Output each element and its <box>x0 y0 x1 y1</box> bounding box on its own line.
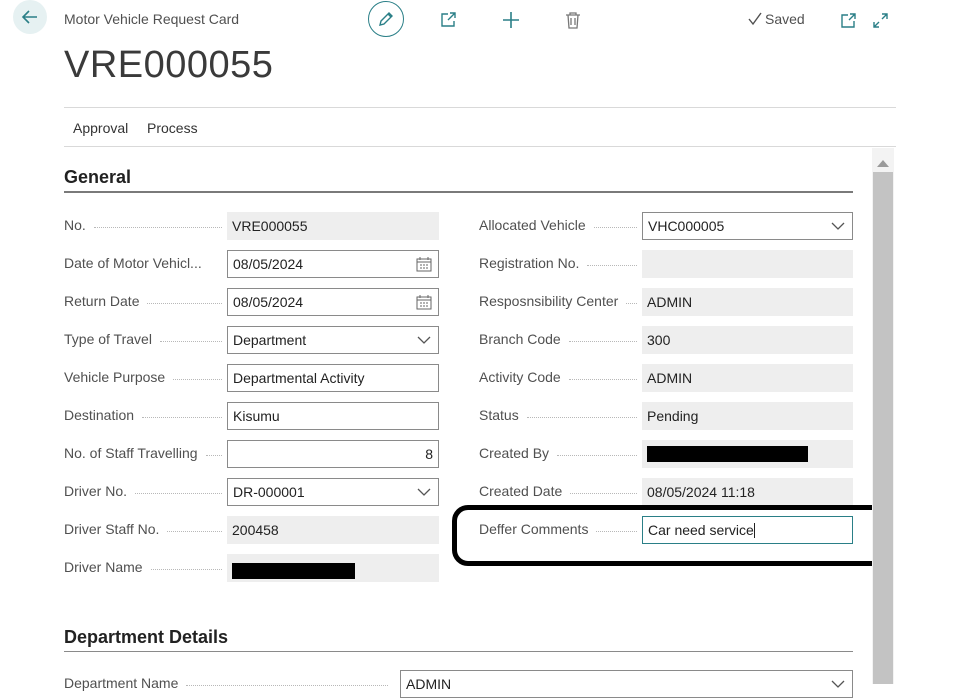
label-department-name: Department Name <box>64 675 394 691</box>
saved-label: Saved <box>765 11 805 27</box>
label-vehicle-purpose: Vehicle Purpose <box>64 369 228 385</box>
annotation-highlight <box>452 505 890 566</box>
delete-button[interactable] <box>561 8 585 32</box>
field-responsibility-center: ADMIN <box>642 288 853 316</box>
label-driver-name: Driver Name <box>64 559 228 575</box>
label-type-of-travel: Type of Travel <box>64 331 228 347</box>
expand-button[interactable] <box>868 8 892 32</box>
field-driver-name <box>227 554 439 582</box>
calendar-icon[interactable] <box>415 255 433 273</box>
chevron-down-icon[interactable] <box>415 331 433 349</box>
section-underline <box>64 651 853 652</box>
check-icon <box>748 12 762 26</box>
chevron-down-icon[interactable] <box>415 483 433 501</box>
label-status: Status <box>479 407 643 423</box>
label-no: No. <box>64 217 228 233</box>
share-button[interactable] <box>436 8 460 32</box>
field-activity-code: ADMIN <box>642 364 853 392</box>
label-driver-staff-no: Driver Staff No. <box>64 521 228 537</box>
redacted-block <box>647 446 808 462</box>
field-no-of-staff-travelling[interactable]: 8 <box>227 440 439 468</box>
share-icon <box>441 12 456 27</box>
label-created-date: Created Date <box>479 483 643 499</box>
calendar-icon[interactable] <box>415 293 433 311</box>
new-button[interactable] <box>499 8 523 32</box>
field-driver-no[interactable]: DR-000001 <box>227 478 439 506</box>
label-registration-no: Registration No. <box>479 255 643 271</box>
label-allocated-vehicle: Allocated Vehicle <box>479 217 643 233</box>
expand-icon <box>872 12 888 28</box>
field-department-name[interactable]: ADMIN <box>400 670 853 698</box>
field-registration-no <box>642 250 853 278</box>
label-activity-code: Activity Code <box>479 369 643 385</box>
actions-divider <box>64 146 896 147</box>
page-caption: Motor Vehicle Request Card <box>64 11 240 27</box>
saved-status: Saved <box>748 11 805 27</box>
back-button[interactable] <box>13 0 47 34</box>
trash-icon <box>566 12 580 29</box>
pencil-icon <box>379 12 393 26</box>
chevron-down-icon[interactable] <box>829 217 847 235</box>
field-date-of-motor-vehicle[interactable]: 08/05/2024 <box>227 250 439 278</box>
label-branch-code: Branch Code <box>479 331 643 347</box>
scroll-up-icon[interactable] <box>876 155 890 173</box>
scrollbar-thumb[interactable] <box>873 172 893 684</box>
action-process[interactable]: Process <box>147 120 198 136</box>
section-title-department-details[interactable]: Department Details <box>64 627 228 648</box>
label-return-date: Return Date <box>64 293 228 309</box>
field-vehicle-purpose[interactable]: Departmental Activity <box>227 364 439 392</box>
back-arrow-icon <box>21 10 37 24</box>
header-divider <box>64 107 896 108</box>
record-title: VRE000055 <box>64 44 274 86</box>
label-responsibility-center: Resposnsibility Center <box>479 293 643 309</box>
field-allocated-vehicle[interactable]: VHC000005 <box>642 212 853 240</box>
field-created-date: 08/05/2024 11:18 <box>642 478 853 506</box>
field-destination[interactable]: Kisumu <box>227 402 439 430</box>
popout-icon <box>840 12 856 28</box>
label-no-of-staff-travelling: No. of Staff Travelling <box>64 445 228 461</box>
label-created-by: Created By <box>479 445 643 461</box>
label-date-of-motor-vehicle: Date of Motor Vehicl... <box>64 255 202 271</box>
chevron-down-icon[interactable] <box>829 675 847 693</box>
plus-icon <box>503 12 519 28</box>
section-underline <box>64 191 853 193</box>
field-driver-staff-no: 200458 <box>227 516 439 544</box>
redacted-block <box>232 563 355 579</box>
field-created-by <box>642 440 853 468</box>
open-new-window-button[interactable] <box>836 8 860 32</box>
field-no: VRE000055 <box>227 212 439 240</box>
section-title-general[interactable]: General <box>64 167 131 188</box>
field-status: Pending <box>642 402 853 430</box>
field-return-date[interactable]: 08/05/2024 <box>227 288 439 316</box>
edit-button[interactable] <box>368 1 404 37</box>
label-driver-no: Driver No. <box>64 483 228 499</box>
action-approval[interactable]: Approval <box>73 120 128 136</box>
field-branch-code: 300 <box>642 326 853 354</box>
field-type-of-travel[interactable]: Department <box>227 326 439 354</box>
label-destination: Destination <box>64 407 228 423</box>
